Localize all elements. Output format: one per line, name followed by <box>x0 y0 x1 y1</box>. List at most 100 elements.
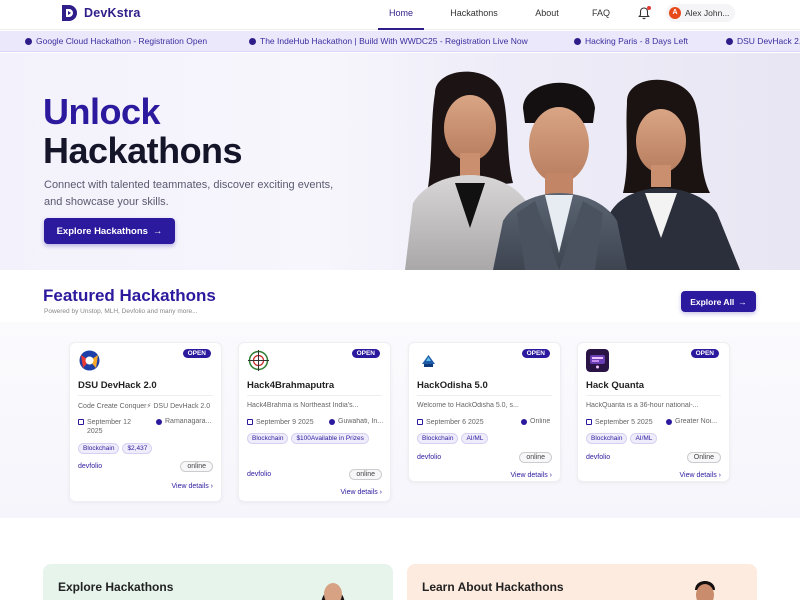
status-badge: OPEN <box>351 349 380 358</box>
nav-about[interactable]: About <box>524 0 570 30</box>
ticker-item[interactable]: The IndeHub Hackathon | Build With WWDC2… <box>249 36 528 46</box>
location-text: Online <box>530 418 551 425</box>
featured-subtitle: Powered by Unstop, MLH, Devfolio and man… <box>44 308 198 315</box>
hackathon-card[interactable]: OPEN HackOdisha 5.0 Welcome to HackOdish… <box>408 342 561 482</box>
explore-all-button[interactable]: Explore All → <box>681 291 756 312</box>
link-label: View details <box>510 472 548 479</box>
view-details-link[interactable]: View details › <box>171 483 213 490</box>
prize-tag: $100Available in Prizes <box>291 433 369 444</box>
view-details-link[interactable]: View details › <box>340 489 382 496</box>
card-location: Ramanagara... <box>156 418 216 425</box>
ticker-item[interactable]: Hacking Paris - 8 Days Left <box>574 36 688 46</box>
arrow-right-icon: → <box>152 225 163 237</box>
card-date: September 5 2025 <box>586 418 666 427</box>
nav-home[interactable]: Home <box>378 0 424 30</box>
platform-label: devfolio <box>247 471 272 478</box>
divider <box>247 395 382 396</box>
platform-label: devfolio <box>78 463 103 470</box>
brahmaputra-logo-icon <box>247 349 270 372</box>
date-text: September 9 2025 <box>256 419 314 426</box>
panel-title: Learn About Hackathons <box>422 580 564 594</box>
ticker-item[interactable]: DSU DevHack 2. <box>726 36 800 46</box>
ticker-text: DSU DevHack 2. <box>737 36 800 46</box>
location-text: Guwahati, In... <box>338 418 384 425</box>
card-date: September 12 2025 <box>78 418 140 436</box>
divider <box>417 395 552 396</box>
panel-title: Explore Hackathons <box>58 580 174 594</box>
avatar: A <box>669 7 681 19</box>
status-badge: OPEN <box>182 349 211 358</box>
calendar-icon <box>78 419 84 425</box>
bullet-icon <box>574 37 581 45</box>
user-menu[interactable]: A Alex John... <box>666 4 736 22</box>
status-badge: OPEN <box>690 349 719 358</box>
card-location: Greater Noi... <box>666 418 726 425</box>
date-text: September 6 2025 <box>426 419 484 426</box>
card-description: Code Create Conquer⚡ DSU DevHack 2.0 <box>78 403 211 410</box>
ticker-text: The IndeHub Hackathon | Build With WWDC2… <box>260 36 528 46</box>
explore-hackathons-panel[interactable]: Explore Hackathons <box>43 564 393 600</box>
location-icon <box>521 419 527 425</box>
user-name: Alex John... <box>685 8 730 18</box>
bullet-icon <box>726 37 733 45</box>
person-portrait-icon <box>321 583 345 600</box>
location-text: Greater Noi... <box>675 418 718 425</box>
chevron-right-icon: › <box>718 472 721 479</box>
tag-list: Blockchain $100Available in Prizes <box>247 433 387 444</box>
ticker-item[interactable]: Google Cloud Hackathon - Registration Op… <box>25 36 207 46</box>
calendar-icon <box>247 419 253 425</box>
learn-hackathons-panel[interactable]: Learn About Hackathons <box>407 564 757 600</box>
ticker-text: Google Cloud Hackathon - Registration Op… <box>36 36 208 46</box>
arrow-right-icon: → <box>738 296 747 307</box>
bullet-icon <box>25 37 32 45</box>
hero-title: Hackathons <box>43 130 243 171</box>
ticker-text: Hacking Paris - 8 Days Left <box>585 36 688 46</box>
hackathon-card[interactable]: OPEN Hack Quanta HackQuanta is a 36-hour… <box>577 342 730 482</box>
brand-logo-icon <box>62 5 77 21</box>
hero-subtitle: Connect with talented teammates, discove… <box>44 179 334 208</box>
view-details-link[interactable]: View details › <box>510 472 552 479</box>
chevron-right-icon: › <box>210 483 213 490</box>
card-date: September 9 2025 <box>247 418 327 427</box>
tag: Blockchain <box>417 433 459 444</box>
mode-badge: online <box>349 469 382 480</box>
tag: AI/ML <box>461 433 489 444</box>
mode-badge: Online <box>686 452 721 463</box>
mode-badge: online <box>180 461 213 472</box>
hero-title-accent: Unlock <box>43 91 161 132</box>
view-details-link[interactable]: View details › <box>679 472 721 479</box>
location-icon <box>156 419 162 425</box>
nav-links: Home Hackathons About FAQ <box>378 0 632 30</box>
person-man-center <box>493 82 627 270</box>
featured-cards: OPEN DSU DevHack 2.0 Code Create Conquer… <box>0 322 800 518</box>
divider <box>586 395 721 396</box>
hackodisha-logo-icon <box>417 349 440 372</box>
explore-hackathons-button[interactable]: Explore Hackathons → <box>44 218 175 244</box>
card-title: Hack Quanta <box>586 380 645 391</box>
card-title: DSU DevHack 2.0 <box>78 380 157 391</box>
mode-badge: online <box>519 452 552 463</box>
tag: Blockchain <box>247 433 289 444</box>
brand-name: DevKstra <box>84 6 141 20</box>
tag: Blockchain <box>78 443 120 454</box>
date-text: September 5 2025 <box>595 419 653 426</box>
button-label: Explore Hackathons <box>56 225 148 237</box>
card-description: Hack4Brahma is Northeast India's... <box>247 402 359 409</box>
link-label: View details <box>679 472 717 479</box>
brand-logo[interactable]: DevKstra <box>60 4 141 22</box>
button-label: Explore All <box>690 296 735 307</box>
tag-list: Blockchain $2,437 <box>78 443 218 454</box>
hackathon-card[interactable]: OPEN Hack4Brahmaputra Hack4Brahma is Nor… <box>238 342 391 502</box>
nav-faq[interactable]: FAQ <box>570 0 632 30</box>
card-title: Hack4Brahmaputra <box>247 380 335 391</box>
dsu-logo-icon <box>78 349 101 372</box>
status-badge: OPEN <box>521 349 550 358</box>
hackathon-card[interactable]: OPEN DSU DevHack 2.0 Code Create Conquer… <box>69 342 222 502</box>
platform-label: devfolio <box>417 454 442 461</box>
tag: Blockchain <box>586 433 628 444</box>
divider <box>78 395 213 396</box>
platform-label: devfolio <box>586 454 611 461</box>
location-icon <box>329 419 335 425</box>
nav-hackathons[interactable]: Hackathons <box>424 0 524 30</box>
chevron-right-icon: › <box>549 472 552 479</box>
